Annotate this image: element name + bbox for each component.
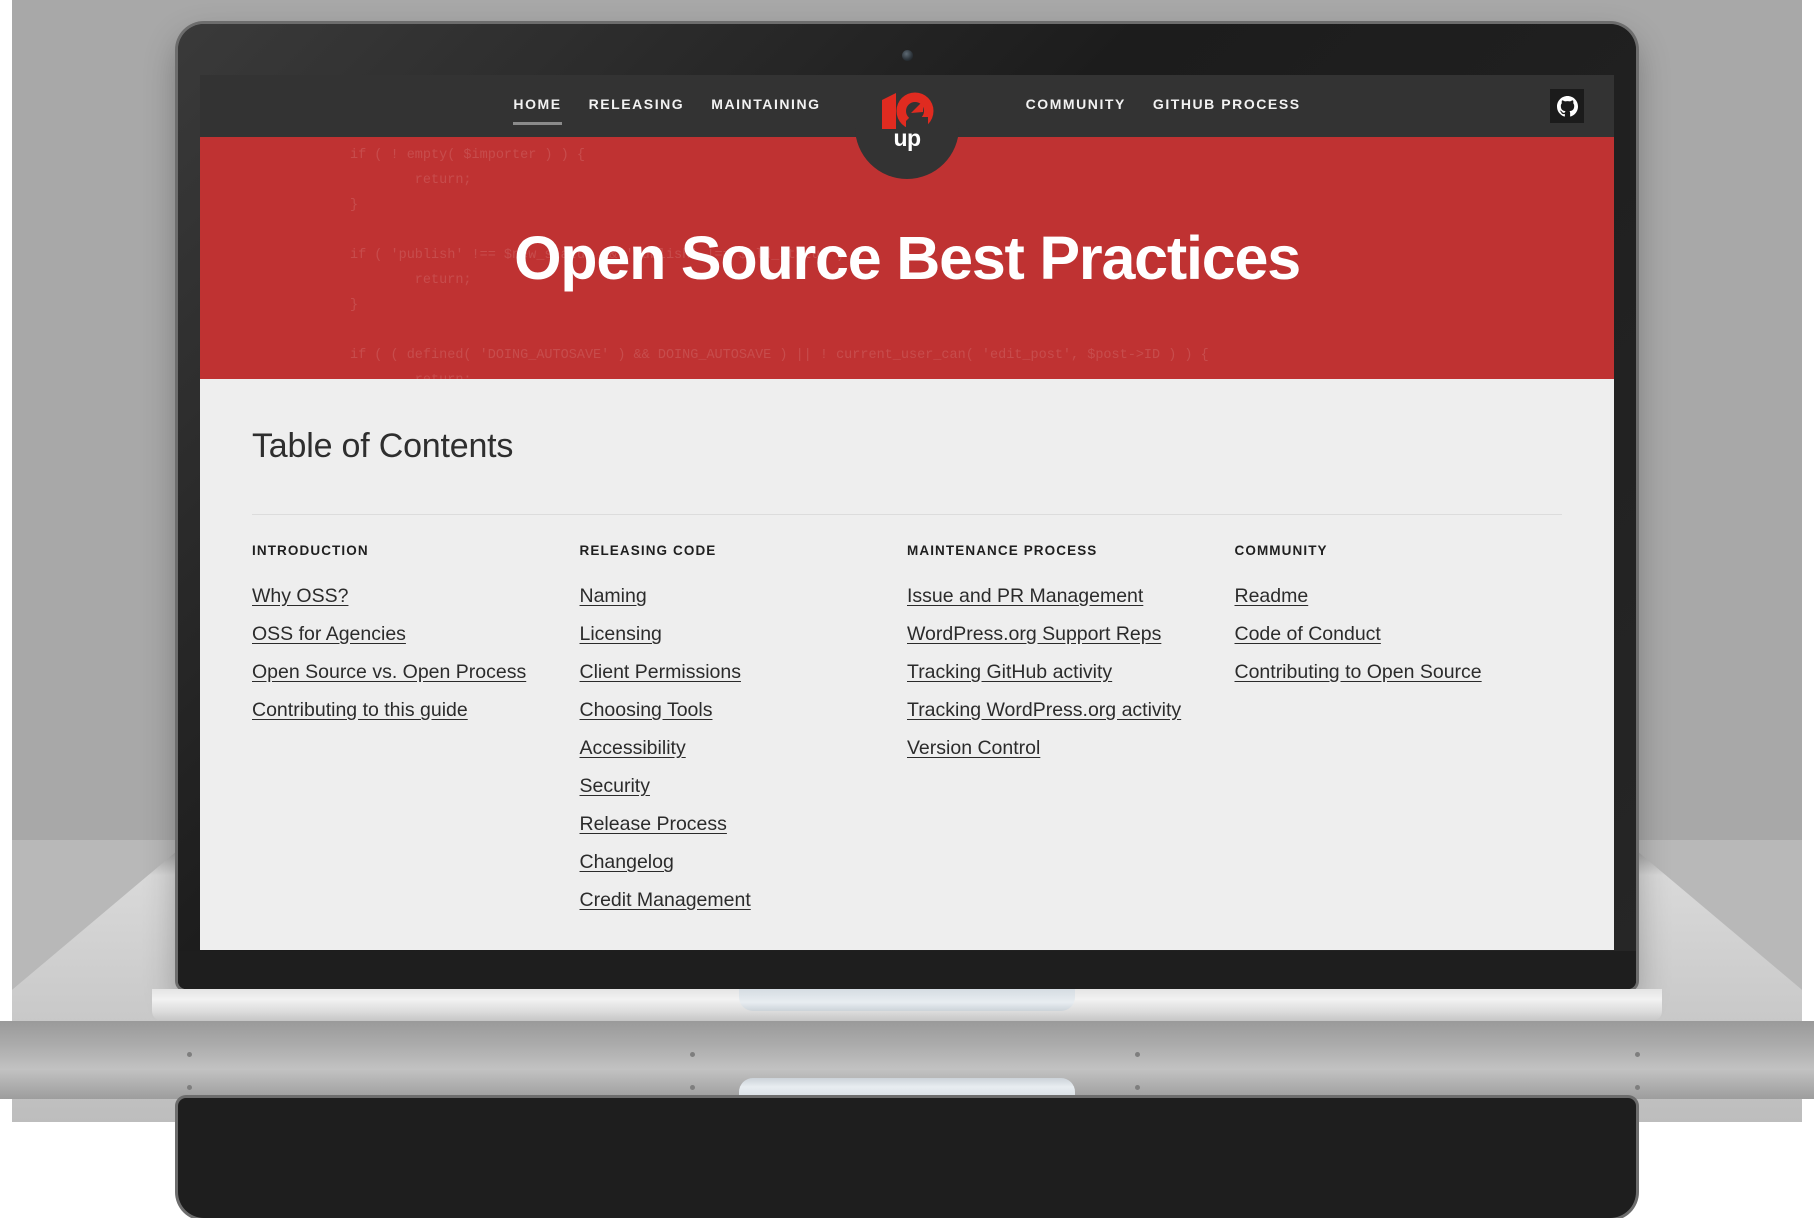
webcam-icon [901,50,913,61]
toc-link[interactable]: Readme [1235,581,1527,612]
base-screw [1135,1052,1140,1057]
base-screw [690,1052,695,1057]
laptop-lid-reflection [178,1098,1636,1218]
browser-screen: HOME RELEASING MAINTAINING COMMUNITY GIT… [200,75,1614,950]
toc-column-releasing-code: RELEASING CODE Naming Licensing Client P… [580,543,908,923]
base-screw [1635,1052,1640,1057]
toc-link[interactable]: Release Process [580,809,872,840]
main-content: Table of Contents INTRODUCTION Why OSS? … [200,379,1614,950]
toc-link[interactable]: Security [580,771,872,802]
nav-item-maintaining[interactable]: MAINTAINING [711,96,820,116]
laptop-hinge-reflection [739,1078,1075,1100]
toc-link[interactable]: Licensing [580,619,872,650]
laptop-hinge-notch [739,989,1075,1011]
github-icon-button[interactable] [1550,89,1584,123]
toc-link[interactable]: OSS for Agencies [252,619,544,650]
toc-link[interactable]: Naming [580,581,872,612]
site-logo[interactable]: up [855,75,959,179]
toc-link[interactable]: Credit Management [580,885,872,916]
laptop-lid: HOME RELEASING MAINTAINING COMMUNITY GIT… [178,24,1636,989]
reflection-wedge-left [0,840,190,1000]
nav-item-releasing[interactable]: RELEASING [589,96,685,116]
toc-link[interactable]: Version Control [907,733,1199,764]
laptop-lid-chin [178,951,1636,989]
toc-column-heading: INTRODUCTION [252,543,369,558]
toc-link[interactable]: Code of Conduct [1235,619,1527,650]
base-screw [187,1085,192,1090]
toc-link[interactable]: Changelog [580,847,872,878]
base-screw [1135,1085,1140,1090]
nav-item-home[interactable]: HOME [513,96,562,125]
toc-link[interactable]: Client Permissions [580,657,872,688]
toc-column-maintenance-process: MAINTENANCE PROCESS Issue and PR Managem… [907,543,1235,923]
toc-column-heading: COMMUNITY [1234,543,1328,558]
nav-item-github-process[interactable]: GITHUB PROCESS [1153,96,1301,116]
website: HOME RELEASING MAINTAINING COMMUNITY GIT… [200,75,1614,950]
toc-link[interactable]: Accessibility [580,733,872,764]
hero-title: Open Source Best Practices [514,224,1301,292]
toc-column-heading: RELEASING CODE [579,543,717,558]
page-title: Table of Contents [252,427,514,465]
base-screw [1635,1085,1640,1090]
toc-link[interactable]: Why OSS? [252,581,544,612]
toc-column-introduction: INTRODUCTION Why OSS? OSS for Agencies O… [252,543,580,923]
toc-column-heading: MAINTENANCE PROCESS [907,543,1098,558]
toc-link[interactable]: Open Source vs. Open Process [252,657,544,688]
tenup-logo-text: up [893,124,921,151]
toc-link[interactable]: Choosing Tools [580,695,872,726]
toc-link[interactable]: WordPress.org Support Reps [907,619,1199,650]
toc-link[interactable]: Tracking GitHub activity [907,657,1199,688]
table-of-contents: INTRODUCTION Why OSS? OSS for Agencies O… [252,543,1562,923]
reflection-wedge-right [1624,840,1814,1000]
base-screw [187,1052,192,1057]
site-header: HOME RELEASING MAINTAINING COMMUNITY GIT… [200,75,1614,179]
laptop-mockup-stage: HOME RELEASING MAINTAINING COMMUNITY GIT… [0,0,1814,1218]
toc-link[interactable]: Contributing to Open Source [1235,657,1527,688]
toc-link[interactable]: Tracking WordPress.org activity [907,695,1199,726]
github-icon [1556,95,1578,116]
toc-divider [252,514,1562,515]
toc-link[interactable]: Contributing to this guide [252,695,544,726]
nav-item-community[interactable]: COMMUNITY [1026,96,1126,116]
base-screw [690,1085,695,1090]
toc-link[interactable]: Issue and PR Management [907,581,1199,612]
toc-column-community: COMMUNITY Readme Code of Conduct Contrib… [1235,543,1563,923]
